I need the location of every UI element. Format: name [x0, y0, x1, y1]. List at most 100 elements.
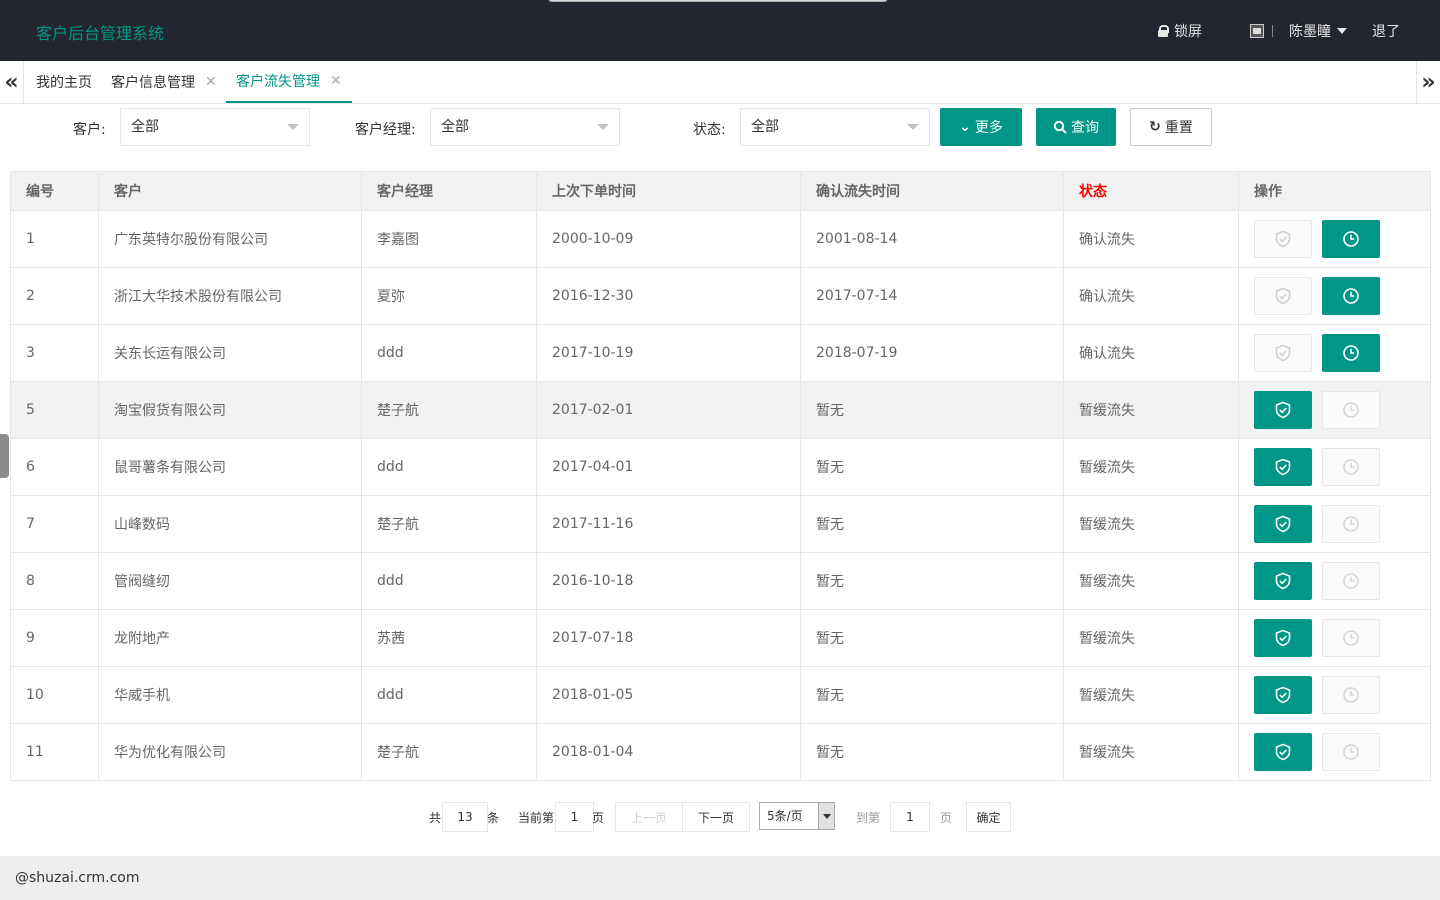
confirm-loss-button[interactable]	[1254, 277, 1312, 315]
next-page-button[interactable]: 下一页	[682, 802, 750, 832]
cell-actions	[1238, 381, 1431, 439]
col-header-last-order[interactable]: 上次下单时间	[536, 171, 801, 211]
postpone-loss-button[interactable]	[1322, 733, 1380, 771]
confirm-loss-button[interactable]	[1254, 334, 1312, 372]
button-label: 更多	[974, 120, 1003, 136]
tab-customer-info[interactable]: 客户信息管理 ✕	[111, 61, 217, 103]
query-button[interactable]: 查询	[1036, 108, 1116, 146]
cell-last-order: 2016-10-18	[536, 552, 801, 610]
cell-customer: 淘宝假货有限公司	[98, 381, 362, 439]
app-title[interactable]: 客户后台管理系统	[36, 20, 164, 44]
chevron-down-icon: ⌄	[959, 119, 971, 135]
page-size-select[interactable]: 5条/页	[759, 802, 835, 830]
confirm-loss-button[interactable]	[1254, 562, 1312, 600]
postpone-loss-button[interactable]	[1322, 505, 1380, 543]
close-icon[interactable]: ✕	[205, 74, 217, 90]
cell-id: 8	[10, 552, 99, 610]
browser-scroll-handle[interactable]	[548, 0, 888, 2]
customer-select[interactable]: 全部	[120, 108, 310, 146]
close-icon[interactable]: ✕	[330, 73, 342, 89]
table-row[interactable]: 5 淘宝假货有限公司 楚子航 2017-02-01 暂无 暂缓流失	[10, 381, 1431, 439]
tab-customer-loss[interactable]: 客户流失管理 ✕	[226, 61, 352, 103]
postpone-loss-button[interactable]	[1322, 562, 1380, 600]
cell-manager: 楚子航	[361, 495, 537, 553]
user-menu[interactable]: 陈墨瞳	[1250, 0, 1347, 61]
tab-home[interactable]: 我的主页	[36, 61, 92, 103]
confirm-loss-button[interactable]	[1254, 733, 1312, 771]
reset-button[interactable]: ↻ 重置	[1130, 108, 1212, 146]
cell-actions	[1238, 723, 1431, 781]
table-row[interactable]: 3 关东长运有限公司 ddd 2017-10-19 2018-07-19 确认流…	[10, 324, 1431, 382]
double-chevron-right-icon[interactable]: »	[1416, 61, 1440, 104]
cell-confirm-time: 暂无	[800, 723, 1064, 781]
confirm-loss-button[interactable]	[1254, 676, 1312, 714]
select-value: 全部	[441, 119, 469, 135]
cell-last-order: 2017-10-19	[536, 324, 801, 382]
postpone-loss-button[interactable]	[1322, 220, 1380, 258]
table-row[interactable]: 8 管阀缝纫 ddd 2016-10-18 暂无 暂缓流失	[10, 552, 1431, 610]
clock-icon	[1343, 459, 1359, 475]
cell-confirm-time: 2017-07-14	[800, 267, 1064, 325]
cell-manager: 楚子航	[361, 723, 537, 781]
cell-confirm-time: 2001-08-14	[800, 210, 1064, 268]
caret-down-icon	[1337, 27, 1347, 34]
cell-customer: 管阀缝纫	[98, 552, 362, 610]
col-header-id[interactable]: 编号	[10, 171, 99, 211]
postpone-loss-button[interactable]	[1322, 676, 1380, 714]
logout-button[interactable]: 退了	[1372, 0, 1400, 61]
postpone-loss-button[interactable]	[1322, 277, 1380, 315]
shield-check-icon	[1275, 515, 1291, 533]
postpone-loss-button[interactable]	[1322, 391, 1380, 429]
postpone-loss-button[interactable]	[1322, 448, 1380, 486]
manager-filter-label: 客户经理:	[355, 122, 416, 138]
table-row[interactable]: 9 龙附地产 苏茜 2017-07-18 暂无 暂缓流失	[10, 609, 1431, 667]
cell-manager: 李嘉图	[361, 210, 537, 268]
cell-confirm-time: 暂无	[800, 495, 1064, 553]
postpone-loss-button[interactable]	[1322, 334, 1380, 372]
goto-confirm-button[interactable]: 确定	[966, 802, 1011, 832]
total-prefix: 共	[429, 811, 442, 825]
more-button[interactable]: ⌄ 更多	[940, 108, 1022, 146]
postpone-loss-button[interactable]	[1322, 619, 1380, 657]
manager-select[interactable]: 全部	[430, 108, 620, 146]
side-expand-handle[interactable]	[0, 434, 9, 478]
button-label: 重置	[1164, 120, 1193, 136]
table-row[interactable]: 7 山峰数码 楚子航 2017-11-16 暂无 暂缓流失	[10, 495, 1431, 553]
confirm-loss-button[interactable]	[1254, 220, 1312, 258]
confirm-loss-button[interactable]	[1254, 448, 1312, 486]
table-row[interactable]: 11 华为优化有限公司 楚子航 2018-01-04 暂无 暂缓流失	[10, 723, 1431, 781]
table-row[interactable]: 2 浙江大华技术股份有限公司 夏弥 2016-12-30 2017-07-14 …	[10, 267, 1431, 325]
shield-check-icon	[1275, 572, 1291, 590]
cell-id: 2	[10, 267, 99, 325]
shield-check-icon	[1275, 458, 1291, 476]
goto-suffix: 页	[940, 811, 953, 825]
clock-icon	[1343, 345, 1359, 361]
triangle-down-icon	[597, 124, 609, 130]
col-header-confirm-time[interactable]: 确认流失时间	[800, 171, 1064, 211]
double-chevron-left-icon[interactable]: «	[0, 61, 24, 104]
lock-screen-button[interactable]: 锁屏	[1158, 0, 1202, 61]
col-header-customer[interactable]: 客户	[98, 171, 362, 211]
table-row[interactable]: 1 广东英特尔股份有限公司 李嘉图 2000-10-09 2001-08-14 …	[10, 210, 1431, 268]
confirm-loss-button[interactable]	[1254, 619, 1312, 657]
status-select[interactable]: 全部	[740, 108, 930, 146]
cell-id: 10	[10, 666, 99, 724]
clock-icon	[1343, 402, 1359, 418]
col-header-manager[interactable]: 客户经理	[361, 171, 537, 211]
goto-page-input[interactable]: 1	[890, 802, 930, 832]
confirm-loss-button[interactable]	[1254, 391, 1312, 429]
cell-status: 暂缓流失	[1063, 495, 1239, 553]
user-name: 陈墨瞳	[1289, 23, 1331, 40]
button-label: 查询	[1071, 120, 1099, 136]
refresh-icon: ↻	[1149, 119, 1161, 135]
table-row[interactable]: 10 华威手机 ddd 2018-01-05 暂无 暂缓流失	[10, 666, 1431, 724]
action-group	[1254, 277, 1430, 315]
tab-bar: « 我的主页 客户信息管理 ✕ 客户流失管理 ✕ »	[0, 61, 1440, 104]
prev-page-button[interactable]: 上一页	[615, 802, 683, 832]
col-header-status[interactable]: 状态	[1063, 171, 1239, 211]
confirm-loss-button[interactable]	[1254, 505, 1312, 543]
cell-customer: 龙附地产	[98, 609, 362, 667]
table-header-row: 编号 客户 客户经理 上次下单时间 确认流失时间 状态 操作	[10, 171, 1431, 211]
cell-manager: 夏弥	[361, 267, 537, 325]
table-row[interactable]: 6 鼠哥薯条有限公司 ddd 2017-04-01 暂无 暂缓流失	[10, 438, 1431, 496]
